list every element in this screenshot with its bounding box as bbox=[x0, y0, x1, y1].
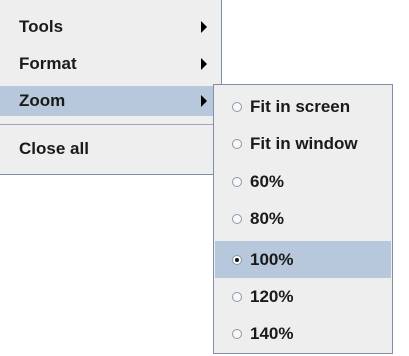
menu-separator bbox=[0, 124, 220, 125]
radio-unchecked-icon bbox=[232, 177, 242, 187]
radio-unchecked-icon bbox=[232, 102, 242, 112]
menu-item-label: Zoom bbox=[19, 91, 66, 110]
zoom-option-label: 60% bbox=[250, 172, 285, 191]
zoom-option-label: Fit in window bbox=[250, 134, 358, 153]
zoom-option-80[interactable]: 80% bbox=[215, 200, 391, 237]
zoom-option-label: Fit in screen bbox=[250, 97, 351, 116]
chevron-right-icon bbox=[201, 58, 207, 70]
radio-unchecked-icon bbox=[232, 139, 242, 149]
menu-item-zoom[interactable]: Zoom bbox=[0, 86, 220, 116]
zoom-option-fit-in-screen[interactable]: Fit in screen bbox=[215, 88, 391, 125]
zoom-option-60[interactable]: 60% bbox=[215, 163, 391, 200]
radio-unchecked-icon bbox=[232, 214, 242, 224]
menu-item-close-all[interactable]: Close all bbox=[0, 134, 220, 164]
menu-item-label: Close all bbox=[19, 139, 89, 158]
menu-item-label: Format bbox=[19, 54, 77, 73]
menu-item-format[interactable]: Format bbox=[0, 49, 220, 79]
zoom-option-140[interactable]: 140% bbox=[215, 315, 391, 352]
chevron-right-icon bbox=[201, 21, 207, 33]
zoom-option-100[interactable]: 100% bbox=[215, 241, 391, 278]
zoom-option-label: 80% bbox=[250, 209, 285, 228]
zoom-option-fit-in-window[interactable]: Fit in window bbox=[215, 125, 391, 162]
radio-checked-icon bbox=[232, 255, 242, 265]
zoom-option-120[interactable]: 120% bbox=[215, 278, 391, 315]
zoom-submenu: Fit in screen Fit in window 60% 80% 100%… bbox=[213, 84, 393, 354]
zoom-option-label: 100% bbox=[250, 250, 294, 269]
chevron-right-icon bbox=[201, 95, 207, 107]
radio-unchecked-icon bbox=[232, 292, 242, 302]
popup-menu: Tools Format Zoom Close all bbox=[0, 0, 222, 175]
radio-unchecked-icon bbox=[232, 329, 242, 339]
menu-item-tools[interactable]: Tools bbox=[0, 12, 220, 42]
zoom-option-label: 140% bbox=[250, 324, 294, 343]
screen: Tools Format Zoom Close all Fit in scree… bbox=[0, 0, 409, 356]
menu-item-label: Tools bbox=[19, 17, 64, 36]
zoom-option-label: 120% bbox=[250, 287, 294, 306]
